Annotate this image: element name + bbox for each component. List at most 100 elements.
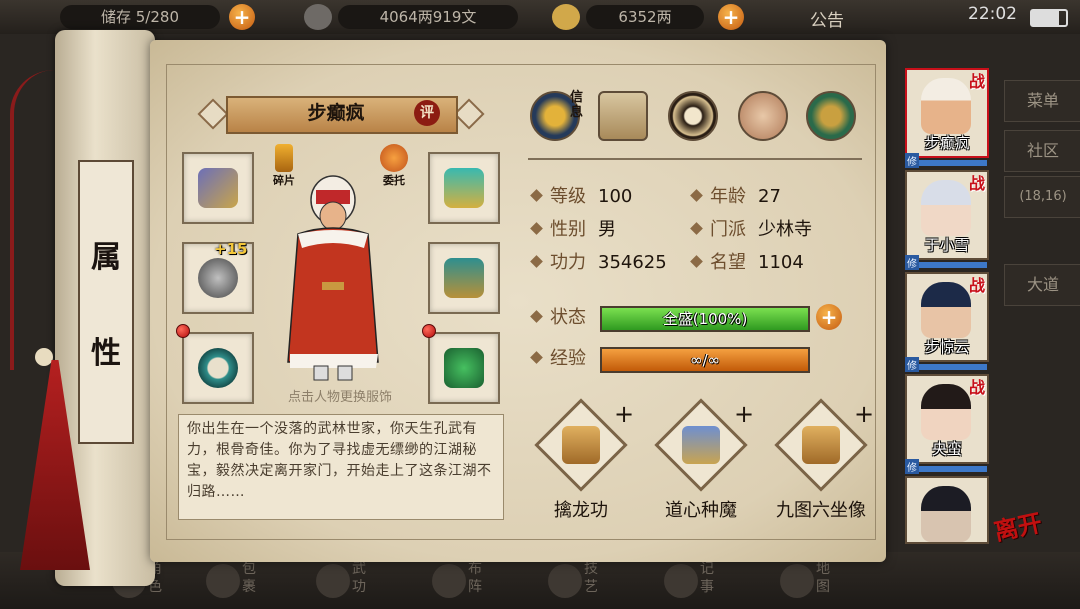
exp-bar: ∞/∞ <box>600 347 810 373</box>
bag-capacity: 储存 5/280 <box>60 5 220 29</box>
stat-power: 功力 354625 <box>530 250 667 276</box>
enhance-level: +15 <box>214 240 248 258</box>
nav-bag[interactable]: 包裹 <box>206 560 276 604</box>
skill-slot-3[interactable]: + 九图六坐像 <box>766 398 876 524</box>
notice-button[interactable]: 公告 <box>810 6 844 31</box>
meridian-body-icon[interactable] <box>738 91 788 141</box>
bagua-icon <box>432 564 466 598</box>
armor-icon <box>444 258 484 298</box>
side-coords: (18,16) <box>1004 176 1080 218</box>
alert-dot <box>176 324 190 338</box>
equip-slot-pendant[interactable] <box>428 332 500 404</box>
nav-journal[interactable]: 记事 <box>664 560 734 604</box>
right-ornament-icon <box>453 98 485 130</box>
compass-icon[interactable] <box>806 91 856 141</box>
character-name: 步癫疯 <box>307 102 365 124</box>
skill-name: 擒龙功 <box>554 500 608 521</box>
add-silver-button[interactable]: + <box>718 4 744 30</box>
avatar <box>921 78 971 134</box>
skill-slot-2[interactable]: + 道心种魔 <box>646 398 756 524</box>
manual-book-icon <box>562 426 600 464</box>
party-member-2[interactable]: 战 于小雪 修 <box>905 170 989 270</box>
battle-tag: 战 <box>969 174 986 193</box>
bracer-icon <box>198 168 238 208</box>
add-bag-button[interactable]: + <box>229 4 255 30</box>
manual-book-icon <box>802 426 840 464</box>
name-plate: 步癫疯 评 <box>196 96 485 134</box>
state-text: 全盛(100%) <box>662 310 748 328</box>
character-figure[interactable] <box>278 172 388 382</box>
left-ornament-icon <box>197 98 229 130</box>
copper-coin-icon <box>304 4 332 30</box>
silver-amount: 6352两 <box>586 5 704 29</box>
jade-ring-icon <box>198 348 238 388</box>
member-name: 步癫疯 <box>924 134 970 152</box>
stat-level: 等级 100 <box>530 184 632 210</box>
member-name: 于小雪 <box>924 236 970 254</box>
attribute-tab[interactable]: 属 性 <box>78 160 134 444</box>
avatar <box>921 486 971 542</box>
bagua-icon[interactable] <box>668 91 718 141</box>
scroll-icon <box>682 426 720 464</box>
clock: 22:02 <box>968 4 1017 24</box>
member-name: 央蛮 <box>931 440 962 458</box>
party-member-4[interactable]: 战 央蛮 修 <box>905 374 989 474</box>
leave-button[interactable]: 离开 <box>990 500 1061 571</box>
avatar <box>921 282 971 338</box>
skill-name: 九图六坐像 <box>776 500 866 521</box>
alert-dot <box>422 324 436 338</box>
arrows-up-icon <box>275 144 293 172</box>
equip-slot-armor[interactable] <box>428 242 500 314</box>
scroll-icon <box>316 564 350 598</box>
skill-add-icon[interactable]: + <box>614 400 634 428</box>
stat-fame: 名望 1104 <box>690 250 804 276</box>
nav-formation[interactable]: 布阵 <box>432 560 502 604</box>
equip-slot-ring[interactable] <box>182 332 254 404</box>
battle-tag: 战 <box>969 72 986 91</box>
silver-ingot-icon <box>552 4 580 30</box>
stat-state-label: 状态 <box>530 305 598 331</box>
bag-icon <box>206 564 240 598</box>
skill-slot-1[interactable]: + 擒龙功 <box>526 398 636 524</box>
battle-tag: 战 <box>969 276 986 295</box>
letter-icon[interactable] <box>598 91 648 141</box>
skill-add-icon[interactable]: + <box>854 400 874 428</box>
battery-icon <box>1030 9 1068 27</box>
spiked-gauntlet-icon <box>198 258 238 298</box>
equip-slot-hat[interactable] <box>428 152 500 224</box>
nav-martial[interactable]: 武功 <box>316 560 386 604</box>
side-road-button[interactable]: 大道 <box>1004 264 1080 306</box>
equip-slot-bracer[interactable] <box>182 152 254 224</box>
stat-gender: 性别男 <box>530 217 616 243</box>
skill-name: 道心种魔 <box>665 500 737 521</box>
stat-exp-label: 经验 <box>530 346 598 372</box>
skill-add-icon[interactable]: + <box>734 400 754 428</box>
biography-box: 你出生在一个没落的武林世家，你天生孔武有力，根骨奇佳。你为了寻找虚无缥缈的江湖秘… <box>178 414 504 520</box>
map-icon <box>780 564 814 598</box>
exp-text: ∞/∞ <box>689 351 721 369</box>
rate-button[interactable]: 评 <box>414 100 440 126</box>
change-outfit-hint: 点击人物更换服饰 <box>287 390 392 405</box>
side-community-button[interactable]: 社区 <box>1004 130 1080 172</box>
stat-age: 年龄 27 <box>690 184 781 210</box>
party-member-1[interactable]: 战 步癫疯 修 <box>905 68 989 168</box>
party-member-3[interactable]: 战 步惊云 修 <box>905 272 989 372</box>
restore-state-button[interactable]: + <box>816 304 842 330</box>
tassel-cord <box>10 70 54 370</box>
nav-map[interactable]: 地图 <box>780 560 850 604</box>
jade-pendant-icon <box>444 348 484 388</box>
avatar <box>921 180 971 236</box>
side-menu-button[interactable]: 菜单 <box>1004 80 1080 122</box>
battle-tag: 战 <box>969 378 986 397</box>
copper-amount: 4064两919文 <box>338 5 518 29</box>
party-member-5[interactable] <box>905 476 989 544</box>
journal-icon <box>664 564 698 598</box>
hat-icon <box>444 168 484 208</box>
member-name: 步惊云 <box>924 338 970 356</box>
cycle-arrows-icon <box>380 144 408 172</box>
avatar <box>921 384 971 440</box>
tassel-bead <box>35 348 53 366</box>
nav-skills[interactable]: 技艺 <box>548 560 618 604</box>
skill-icon <box>548 564 582 598</box>
top-status-bar: 储存 5/280 + 4064两919文 6352两 + 公告 22:02 <box>0 0 1080 34</box>
